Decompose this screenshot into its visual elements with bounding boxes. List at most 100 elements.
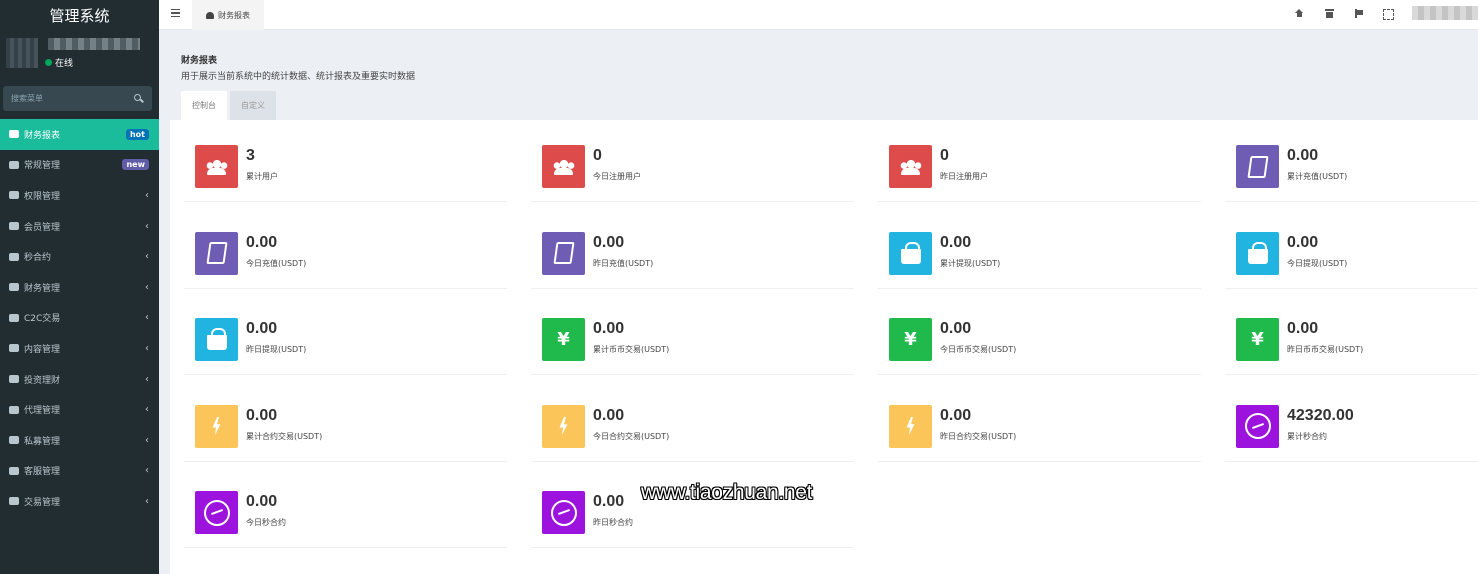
sidebar-item[interactable]: 秒合约 ‹ bbox=[0, 241, 159, 272]
user-menu[interactable] bbox=[1412, 6, 1478, 20]
sidebar-item[interactable]: 投资理财 ‹ bbox=[0, 364, 159, 395]
main-content: 财务报表 用于展示当前系统中的统计数据、统计报表及重要实时数据 控制台 自定义 … bbox=[170, 40, 1478, 574]
stat-card: 42320.00 累计秒合约 bbox=[1225, 392, 1478, 462]
stat-value: 0.00 bbox=[593, 406, 625, 424]
sidebar-item[interactable]: 内容管理 ‹ bbox=[0, 333, 159, 364]
topbar: 财务报表 bbox=[159, 0, 1478, 30]
stat-label: 昨日注册用户 bbox=[940, 172, 988, 181]
menu-item-icon bbox=[9, 405, 19, 414]
menu-toggle-icon[interactable] bbox=[171, 9, 180, 17]
tab-console[interactable]: 控制台 bbox=[181, 91, 227, 120]
stat-card: 0.00 今日提现(USDT) bbox=[1225, 219, 1478, 289]
menu-item-icon bbox=[9, 466, 19, 475]
sidebar-item-label: 会员管理 bbox=[24, 222, 61, 233]
stat-card: 0.00 今日合约交易(USDT) bbox=[531, 392, 854, 462]
stat-value: 0.00 bbox=[593, 320, 625, 337]
book-icon bbox=[542, 231, 585, 275]
stat-card: 0.00 累计提现(USDT) bbox=[878, 219, 1201, 289]
tab-financial-report[interactable]: 财务报表 bbox=[192, 0, 264, 30]
yen-icon: ¥ bbox=[542, 318, 585, 361]
menu-item-icon bbox=[9, 313, 19, 322]
users-icon bbox=[195, 145, 238, 188]
tab-custom[interactable]: 自定义 bbox=[230, 91, 276, 120]
menu-item-icon bbox=[9, 130, 19, 139]
sidebar-item[interactable]: 交易管理 ‹ bbox=[0, 486, 159, 517]
clear-cache-icon[interactable] bbox=[1325, 9, 1334, 18]
users-icon bbox=[889, 145, 932, 188]
chevron-left-icon: ‹ bbox=[145, 220, 149, 232]
menu-badge: new bbox=[122, 159, 149, 171]
search-input[interactable] bbox=[11, 94, 121, 103]
app-title[interactable]: 管理系统 bbox=[0, 0, 159, 30]
chevron-left-icon: ‹ bbox=[145, 373, 149, 385]
chevron-left-icon: ‹ bbox=[145, 342, 149, 354]
stat-card: 0.00 昨日合约交易(USDT) bbox=[878, 392, 1201, 462]
circle-icon bbox=[542, 491, 585, 534]
stat-value: 0.00 bbox=[940, 233, 972, 251]
menu-item-icon bbox=[9, 191, 19, 200]
stat-value: 0.00 bbox=[246, 320, 278, 337]
menu-badge: hot bbox=[125, 128, 149, 140]
sidebar-item-label: 常规管理 bbox=[24, 161, 61, 172]
dashboard-icon bbox=[206, 11, 214, 19]
sidebar-item[interactable]: 私募管理 ‹ bbox=[0, 425, 159, 456]
stat-label: 今日秒合约 bbox=[246, 518, 286, 527]
stat-card: ¥0.00 累计币币交易(USDT) bbox=[531, 305, 854, 375]
sidebar-item[interactable]: 权限管理 ‹ bbox=[0, 180, 159, 211]
sidebar-item[interactable]: C2C交易 ‹ bbox=[0, 303, 159, 334]
sidebar-item[interactable]: 财务管理 ‹ bbox=[0, 272, 159, 303]
stat-card: ¥0.00 昨日币币交易(USDT) bbox=[1225, 305, 1478, 375]
page-title: 财务报表 bbox=[181, 56, 218, 66]
stat-label: 累计合约交易(USDT) bbox=[246, 431, 323, 441]
stat-label: 昨日币币交易(USDT) bbox=[1287, 345, 1364, 354]
stat-card: 0 昨日注册用户 bbox=[878, 132, 1201, 202]
bolt-icon bbox=[542, 404, 585, 448]
stat-value: 0.00 bbox=[940, 320, 972, 337]
stat-value: 0.00 bbox=[246, 406, 278, 424]
stat-value: 0.00 bbox=[1287, 320, 1319, 337]
stat-value: 3 bbox=[246, 147, 255, 164]
sidebar-item[interactable]: 常规管理 new bbox=[0, 150, 159, 181]
book-icon bbox=[1236, 145, 1279, 188]
stat-label: 昨日合约交易(USDT) bbox=[940, 431, 1017, 441]
home-icon[interactable] bbox=[1295, 9, 1304, 18]
avatar[interactable] bbox=[6, 38, 38, 68]
stat-card: 0.00 昨日提现(USDT) bbox=[184, 305, 507, 375]
sidebar-item[interactable]: 代理管理 ‹ bbox=[0, 394, 159, 425]
chevron-left-icon: ‹ bbox=[145, 312, 149, 324]
stat-value: 42320.00 bbox=[1287, 406, 1354, 424]
menu-item-icon bbox=[9, 497, 19, 506]
chevron-left-icon: ‹ bbox=[145, 189, 149, 201]
stat-value: 0.00 bbox=[593, 233, 625, 251]
shopping-bag-icon bbox=[195, 318, 238, 361]
stat-value: 0.00 bbox=[246, 493, 278, 510]
sidebar-item-label: 秒合约 bbox=[24, 253, 52, 264]
fullscreen-icon[interactable] bbox=[1383, 9, 1394, 20]
search-icon[interactable] bbox=[134, 93, 144, 104]
chevron-left-icon: ‹ bbox=[145, 404, 149, 416]
shopping-bag-icon bbox=[1236, 231, 1279, 275]
user-panel: 在线 bbox=[0, 30, 159, 78]
content-tabs: 控制台 自定义 bbox=[181, 91, 276, 120]
chevron-left-icon: ‹ bbox=[145, 281, 149, 293]
page-description: 用于展示当前系统中的统计数据、统计报表及重要实时数据 bbox=[181, 72, 416, 82]
sidebar-item-label: 交易管理 bbox=[24, 497, 61, 508]
menu-item-icon bbox=[9, 375, 19, 384]
yen-icon: ¥ bbox=[1236, 318, 1279, 361]
sidebar-item[interactable]: 财务报表 hot bbox=[0, 119, 159, 150]
sidebar-item-label: 投资理财 bbox=[24, 375, 61, 386]
sidebar-item[interactable]: 客服管理 ‹ bbox=[0, 456, 159, 487]
book-icon bbox=[195, 231, 238, 275]
menu-item-icon bbox=[9, 252, 19, 261]
stat-label: 今日提现(USDT) bbox=[1287, 258, 1348, 268]
sidebar-item-label: 代理管理 bbox=[24, 406, 61, 417]
menu-item-icon bbox=[9, 160, 19, 169]
language-icon[interactable] bbox=[1355, 9, 1364, 18]
stat-value: 0.00 bbox=[246, 233, 278, 251]
sidebar-item[interactable]: 会员管理 ‹ bbox=[0, 211, 159, 242]
username-redacted bbox=[48, 38, 140, 50]
circle-icon bbox=[1236, 404, 1279, 448]
sidebar: 管理系统 在线 财务报表hot常规管理new权限管理‹会员管理‹秒合约‹财务管理… bbox=[0, 0, 159, 574]
sidebar-search bbox=[3, 86, 152, 111]
stat-value: 0.00 bbox=[1287, 147, 1319, 164]
